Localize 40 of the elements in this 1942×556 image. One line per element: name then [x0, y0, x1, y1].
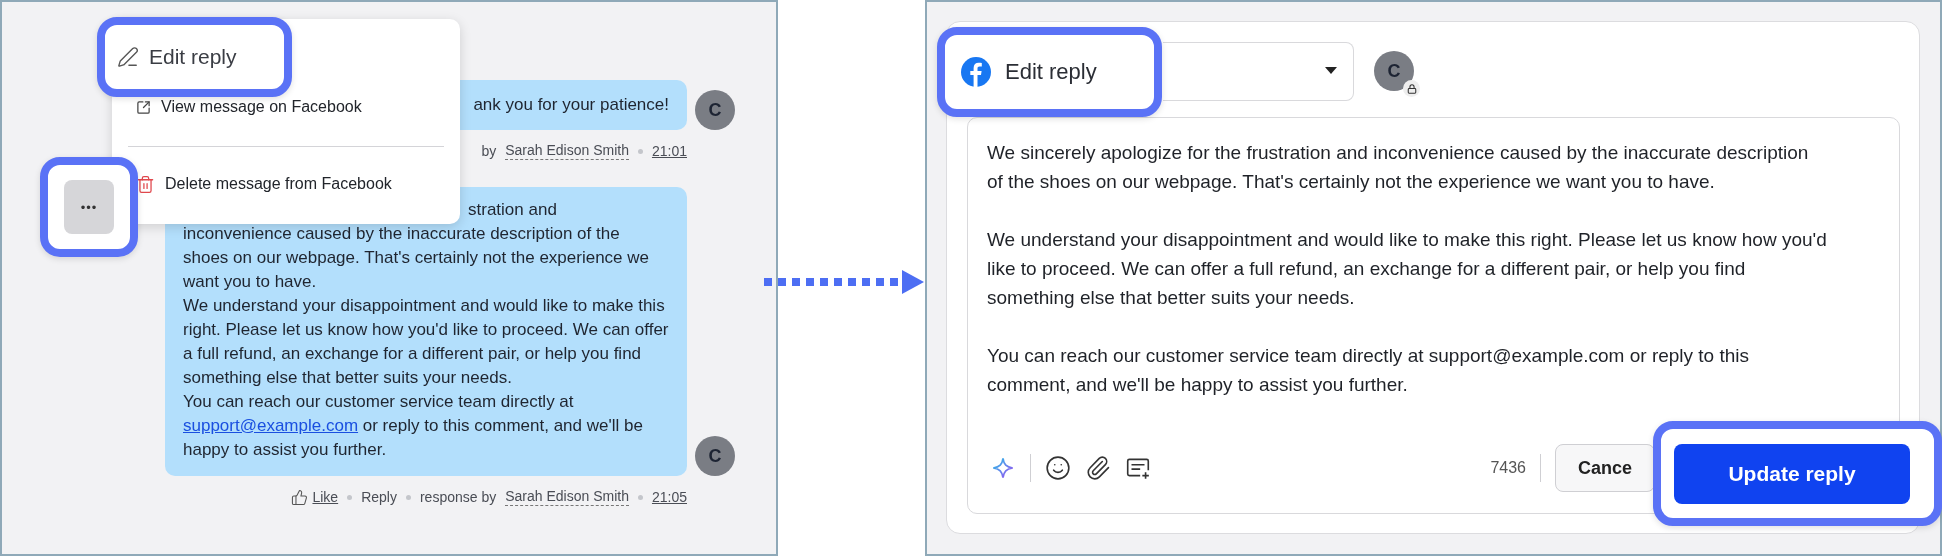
more-button[interactable]: •••: [64, 180, 114, 234]
email-link[interactable]: support@example.com: [183, 416, 359, 435]
channel-label: Edit reply: [1005, 59, 1097, 85]
reply-text: You can reach our customer service team directly at support@example.com or reply to this comment, and we'll be happy to assist you further.: [987, 344, 1751, 397]
separator-dot: [637, 148, 643, 154]
author-name[interactable]: Sarah Edison Smith: [505, 488, 629, 506]
character-count: 7436: [1490, 459, 1526, 477]
message-text: ank you for your patience!: [473, 94, 669, 116]
meta-text: by: [481, 143, 497, 159]
like-link[interactable]: Like: [312, 489, 339, 505]
menu-item[interactable]: Edit reply: [105, 45, 237, 69]
menu-item[interactable]: View message on Facebook: [161, 98, 362, 116]
menu-item[interactable]: Delete message from Facebook: [165, 175, 392, 193]
author-name[interactable]: Sarah Edison Smith: [505, 142, 629, 160]
paperclip-icon[interactable]: [1085, 455, 1111, 481]
sparkle-icon[interactable]: [990, 455, 1016, 481]
avatar: C: [1374, 51, 1414, 91]
thumbs-up-icon: [291, 488, 309, 506]
separator-dot: [637, 494, 643, 500]
avatar: C: [695, 90, 735, 130]
meta-text: response by: [419, 489, 497, 505]
reply-text: We sincerely apologize for the frustration and inconvenience caused by the inaccurate description of the shoes on our webpage. That's certainly not the experience we want you to have.: [987, 141, 1810, 194]
external-link-icon: [136, 99, 151, 115]
update-reply-button[interactable]: Update reply: [1674, 443, 1910, 504]
message-text: You can reach our customer service team directly at support@example.com or reply to this comment, and we'll be happy to assist you further.: [183, 391, 644, 461]
trash-icon: [136, 174, 155, 194]
separator-dot: [405, 494, 411, 500]
message-text: We understand your disappointment and would like to make this right. Please let us know how you'd like to proceed. We can offer a full refund, an exchange for a different pair, or help you find something else that better suits your needs.: [183, 295, 669, 389]
timestamp[interactable]: 21:05: [651, 489, 687, 505]
separator-dot: [347, 494, 353, 500]
reply-text: We understand your disappointment and would like to make this right. Please let us know how you'd like to proceed. We can offer a full refund, an exchange for a different pair, or help you find something else that better suits your needs.: [987, 228, 1828, 310]
timestamp[interactable]: 21:01: [651, 143, 687, 159]
message-text: stration and inconvenience caused by the inaccurate description of the shoes on our webpage. That's certainly not the experience we want you to have.: [183, 199, 650, 293]
avatar: C: [695, 436, 735, 476]
caret-icon: [1325, 67, 1337, 75]
logo-icon: [961, 57, 991, 87]
pen-icon: [117, 46, 139, 68]
emoji-icon[interactable]: [1045, 455, 1071, 481]
cancel-button[interactable]: Cance: [1555, 444, 1655, 492]
reply-link[interactable]: Reply: [361, 489, 397, 505]
